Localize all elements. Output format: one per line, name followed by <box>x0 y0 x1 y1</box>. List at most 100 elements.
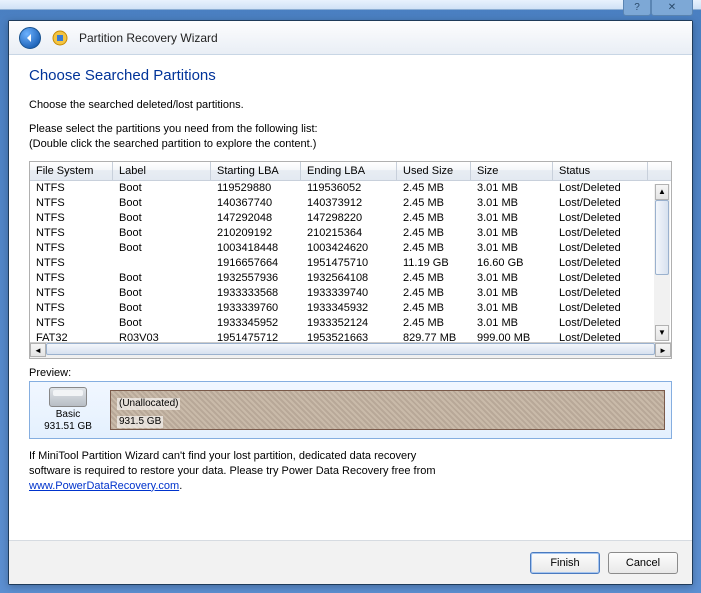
table-cell: NTFS <box>30 197 113 209</box>
table-cell: 829.77 MB <box>397 332 471 342</box>
table-cell: Lost/Deleted <box>553 302 648 314</box>
scroll-up-button[interactable]: ▲ <box>655 184 669 200</box>
preview-label: Preview: <box>29 367 672 379</box>
v-scrollbar[interactable]: ▲ ▼ <box>654 184 670 341</box>
table-cell: Lost/Deleted <box>553 212 648 224</box>
table-cell: 1933339740 <box>301 287 397 299</box>
wizard-title: Partition Recovery Wizard <box>79 31 218 45</box>
app-icon <box>51 29 69 47</box>
table-cell: 1933345952 <box>211 317 301 329</box>
table-row[interactable]: NTFSBoot100341844810034246202.45 MB3.01 … <box>30 241 671 256</box>
table-cell: 1953521663 <box>301 332 397 342</box>
table-cell: 1932564108 <box>301 272 397 284</box>
wizard-header: Partition Recovery Wizard <box>9 21 692 55</box>
titlebar <box>0 0 701 10</box>
table-cell: 2.45 MB <box>397 242 471 254</box>
table-row[interactable]: FAT32R03V0319514757121953521663829.77 MB… <box>30 331 671 342</box>
table-cell: 3.01 MB <box>471 242 553 254</box>
table-cell: 210215364 <box>301 227 397 239</box>
table-cell: NTFS <box>30 182 113 194</box>
table-cell: Lost/Deleted <box>553 287 648 299</box>
scroll-right-button[interactable]: ► <box>655 343 671 357</box>
wizard-content: Choose Searched Partitions Choose the se… <box>9 55 692 540</box>
table-cell: Boot <box>113 197 211 209</box>
col-endlba[interactable]: Ending LBA <box>301 162 397 180</box>
table-row[interactable]: NTFSBoot2102091922102153642.45 MB3.01 MB… <box>30 226 671 241</box>
col-status[interactable]: Status <box>553 162 648 180</box>
table-cell: 2.45 MB <box>397 317 471 329</box>
table-cell: 1933339760 <box>211 302 301 314</box>
table-cell: Lost/Deleted <box>553 242 648 254</box>
table-cell: 2.45 MB <box>397 287 471 299</box>
table-cell: 2.45 MB <box>397 302 471 314</box>
table-cell: Lost/Deleted <box>553 272 648 284</box>
h-scroll-thumb[interactable] <box>46 343 655 355</box>
table-cell: Lost/Deleted <box>553 227 648 239</box>
table-cell: NTFS <box>30 287 113 299</box>
table-cell: 11.19 GB <box>397 257 471 269</box>
col-filesystem[interactable]: File System <box>30 162 113 180</box>
table-cell: Lost/Deleted <box>553 317 648 329</box>
v-scroll-thumb[interactable] <box>655 200 669 275</box>
table-row[interactable]: NTFSBoot1403677401403739122.45 MB3.01 MB… <box>30 196 671 211</box>
cancel-button[interactable]: Cancel <box>608 552 678 574</box>
finish-button[interactable]: Finish <box>530 552 600 574</box>
table-cell: 119536052 <box>301 182 397 194</box>
disk-info: Basic 931.51 GB <box>36 387 100 433</box>
table-cell: 3.01 MB <box>471 317 553 329</box>
h-scrollbar[interactable]: ◄ ► <box>30 342 671 358</box>
table-cell: 3.01 MB <box>471 212 553 224</box>
page-heading: Choose Searched Partitions <box>29 67 672 84</box>
table-cell: Boot <box>113 212 211 224</box>
table-cell: Lost/Deleted <box>553 182 648 194</box>
table-cell: 1933333568 <box>211 287 301 299</box>
table-cell: 2.45 MB <box>397 182 471 194</box>
col-label[interactable]: Label <box>113 162 211 180</box>
col-size[interactable]: Size <box>471 162 553 180</box>
table-cell: 2.45 MB <box>397 227 471 239</box>
close-button[interactable]: ✕ <box>651 0 693 16</box>
recovery-note: If MiniTool Partition Wizard can't find … <box>29 449 672 494</box>
table-row[interactable]: NTFSBoot193255793619325641082.45 MB3.01 … <box>30 271 671 286</box>
table-cell: NTFS <box>30 227 113 239</box>
table-cell: Boot <box>113 317 211 329</box>
partition-size: 931.5 GB <box>117 416 163 428</box>
table-cell: 3.01 MB <box>471 182 553 194</box>
disk-size: 931.51 GB <box>36 421 100 433</box>
back-arrow-icon <box>24 32 36 44</box>
table-cell: 140373912 <box>301 197 397 209</box>
table-row[interactable]: NTFSBoot193334595219333521242.45 MB3.01 … <box>30 316 671 331</box>
col-usedsize[interactable]: Used Size <box>397 162 471 180</box>
table-cell: 999.00 MB <box>471 332 553 342</box>
table-cell: Boot <box>113 227 211 239</box>
table-cell: 2.45 MB <box>397 197 471 209</box>
partition-table: File System Label Starting LBA Ending LB… <box>29 161 672 359</box>
table-row[interactable]: NTFSBoot193333356819333397402.45 MB3.01 … <box>30 286 671 301</box>
table-cell: 1933352124 <box>301 317 397 329</box>
table-body[interactable]: NTFSBoot1195298801195360522.45 MB3.01 MB… <box>30 181 671 342</box>
table-cell: 140367740 <box>211 197 301 209</box>
recovery-link[interactable]: www.PowerDataRecovery.com <box>29 480 179 492</box>
scroll-left-button[interactable]: ◄ <box>30 343 46 357</box>
table-cell: 3.01 MB <box>471 302 553 314</box>
col-startlba[interactable]: Starting LBA <box>211 162 301 180</box>
instruction-text: Please select the partitions you need fr… <box>29 122 672 151</box>
table-cell: Boot <box>113 272 211 284</box>
table-cell: NTFS <box>30 272 113 284</box>
partition-bar[interactable]: (Unallocated) 931.5 GB <box>110 390 665 430</box>
help-button[interactable]: ? <box>623 0 651 16</box>
wizard-footer: Finish Cancel <box>9 540 692 584</box>
table-cell: 1003418448 <box>211 242 301 254</box>
table-row[interactable]: NTFS1916657664195147571011.19 GB16.60 GB… <box>30 256 671 271</box>
table-row[interactable]: NTFSBoot1472920481472982202.45 MB3.01 MB… <box>30 211 671 226</box>
table-cell: Lost/Deleted <box>553 257 648 269</box>
table-cell: 210209192 <box>211 227 301 239</box>
table-cell: NTFS <box>30 302 113 314</box>
back-button[interactable] <box>19 27 41 49</box>
table-cell: Lost/Deleted <box>553 197 648 209</box>
table-cell: Boot <box>113 302 211 314</box>
table-cell: 3.01 MB <box>471 227 553 239</box>
scroll-down-button[interactable]: ▼ <box>655 325 669 341</box>
table-row[interactable]: NTFSBoot193333976019333459322.45 MB3.01 … <box>30 301 671 316</box>
table-row[interactable]: NTFSBoot1195298801195360522.45 MB3.01 MB… <box>30 181 671 196</box>
